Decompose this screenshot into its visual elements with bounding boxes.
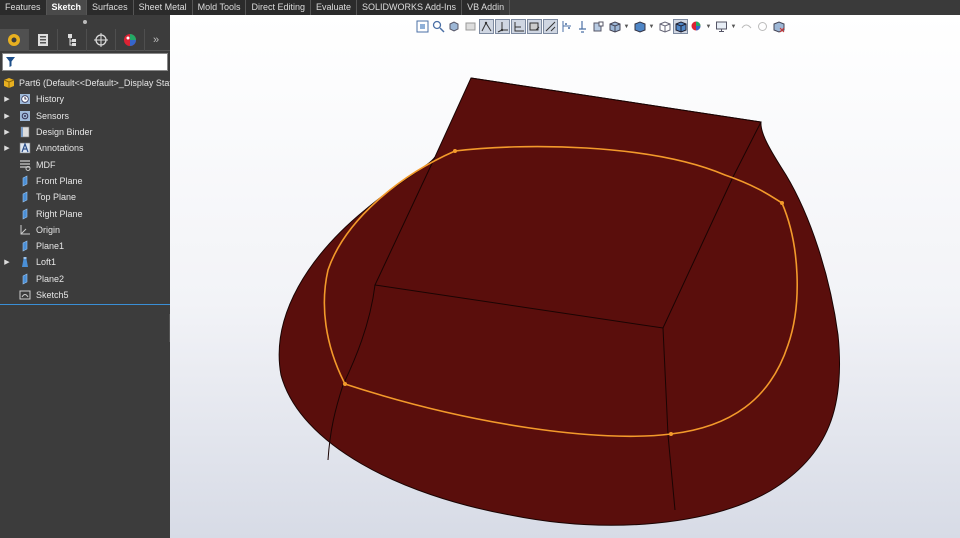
- expand-arrow-icon[interactable]: ▶: [0, 128, 14, 136]
- history-icon: [18, 93, 32, 105]
- tree-item-plane1[interactable]: Plane1: [0, 238, 170, 254]
- annotations-icon: [18, 142, 32, 154]
- tree-item-front-plane[interactable]: Front Plane: [0, 173, 170, 189]
- plane-icon: [18, 175, 32, 187]
- loft-body[interactable]: [278, 77, 841, 526]
- tab-surfaces[interactable]: Surfaces: [87, 0, 134, 15]
- graphics-area[interactable]: ▼ ▼ ▼ ▼: [170, 15, 960, 538]
- tree-item-material[interactable]: MDF: [0, 156, 170, 172]
- sketch-point[interactable]: [669, 432, 673, 436]
- display-manager-icon[interactable]: [116, 29, 145, 51]
- property-manager-icon[interactable]: [29, 29, 58, 51]
- part-model-3d[interactable]: [170, 15, 960, 538]
- expand-arrow-icon[interactable]: ▶: [0, 144, 14, 152]
- tree-item-plane2[interactable]: Plane2: [0, 271, 170, 287]
- tree-item-label: Loft1: [36, 257, 57, 268]
- plane-icon: [18, 240, 32, 252]
- tab-mold-tools[interactable]: Mold Tools: [193, 0, 247, 15]
- tree-item-label: Origin: [36, 224, 61, 235]
- tree-item-sensors[interactable]: ▶ Sensors: [0, 108, 170, 124]
- plane-icon: [18, 191, 32, 203]
- origin-icon: [18, 224, 32, 236]
- part-icon: [3, 77, 15, 89]
- tree-item-label: Top Plane: [36, 192, 77, 203]
- rollback-bar[interactable]: [0, 304, 170, 306]
- sketch-point[interactable]: [453, 149, 457, 153]
- panel-grip[interactable]: [0, 15, 170, 29]
- material-icon: [18, 159, 32, 171]
- tree-root-part[interactable]: Part6 (Default<<Default>_Display Stat: [0, 75, 172, 91]
- tree-root-label: Part6 (Default<<Default>_Display Stat: [19, 78, 172, 89]
- tree-item-top-plane[interactable]: Top Plane: [0, 189, 170, 205]
- tree-item-right-plane[interactable]: Right Plane: [0, 205, 170, 221]
- tree-item-sketch5[interactable]: Sketch5: [0, 287, 170, 303]
- tab-vb-addin[interactable]: VB Addin: [462, 0, 511, 15]
- tab-solidworks-addins[interactable]: SOLIDWORKS Add-Ins: [357, 0, 463, 15]
- feature-tree: Part6 (Default<<Default>_Display Stat ▶ …: [0, 75, 172, 306]
- tree-item-label: Sensors: [36, 110, 70, 121]
- expand-arrow-icon[interactable]: ▶: [0, 95, 14, 103]
- expand-arrow-icon[interactable]: ▶: [0, 258, 14, 266]
- tree-item-origin[interactable]: Origin: [0, 222, 170, 238]
- tree-item-label: Right Plane: [36, 208, 83, 219]
- tree-item-label: Annotations: [36, 143, 84, 154]
- more-tabs-chevron-icon[interactable]: »: [145, 29, 167, 51]
- plane-icon: [18, 273, 32, 285]
- sensors-icon: [18, 110, 32, 122]
- plane-icon: [18, 208, 32, 220]
- sketch-point[interactable]: [780, 201, 784, 205]
- sketch-icon: [18, 289, 32, 301]
- tab-evaluate[interactable]: Evaluate: [311, 0, 358, 15]
- tree-filter-input[interactable]: [2, 53, 168, 71]
- tab-sketch[interactable]: Sketch: [46, 0, 88, 15]
- expand-arrow-icon[interactable]: ▶: [0, 112, 14, 120]
- tree-item-loft1[interactable]: ▶ Loft1: [0, 254, 170, 270]
- tree-item-history[interactable]: ▶ History: [0, 91, 170, 107]
- tree-item-annotations[interactable]: ▶ Annotations: [0, 140, 170, 156]
- design-binder-icon: [18, 126, 32, 138]
- sketch-point[interactable]: [343, 382, 347, 386]
- tree-item-label: Plane2: [36, 273, 65, 284]
- tab-sheet-metal[interactable]: Sheet Metal: [134, 0, 193, 15]
- tree-item-label: Front Plane: [36, 175, 83, 186]
- configuration-manager-icon[interactable]: [58, 29, 87, 51]
- feature-manager-icon[interactable]: [0, 29, 29, 51]
- tab-features[interactable]: Features: [0, 0, 47, 15]
- tree-item-label: History: [36, 94, 65, 105]
- tree-item-label: MDF: [36, 159, 56, 170]
- dimxpert-manager-icon[interactable]: [87, 29, 116, 51]
- manager-tabs: »: [0, 29, 170, 51]
- command-manager-tabs: Features Sketch Surfaces Sheet Metal Mol…: [0, 0, 511, 15]
- tree-item-design-binder[interactable]: ▶ Design Binder: [0, 124, 170, 140]
- tree-item-label: Design Binder: [36, 127, 93, 138]
- loft-icon: [18, 256, 32, 268]
- tab-direct-editing[interactable]: Direct Editing: [246, 0, 311, 15]
- filter-icon: [6, 57, 15, 67]
- feature-manager-panel: » Part6 (Default<<Default>_Display Stat …: [0, 15, 172, 538]
- tree-item-label: Plane1: [36, 241, 65, 252]
- tree-item-label: Sketch5: [36, 290, 69, 300]
